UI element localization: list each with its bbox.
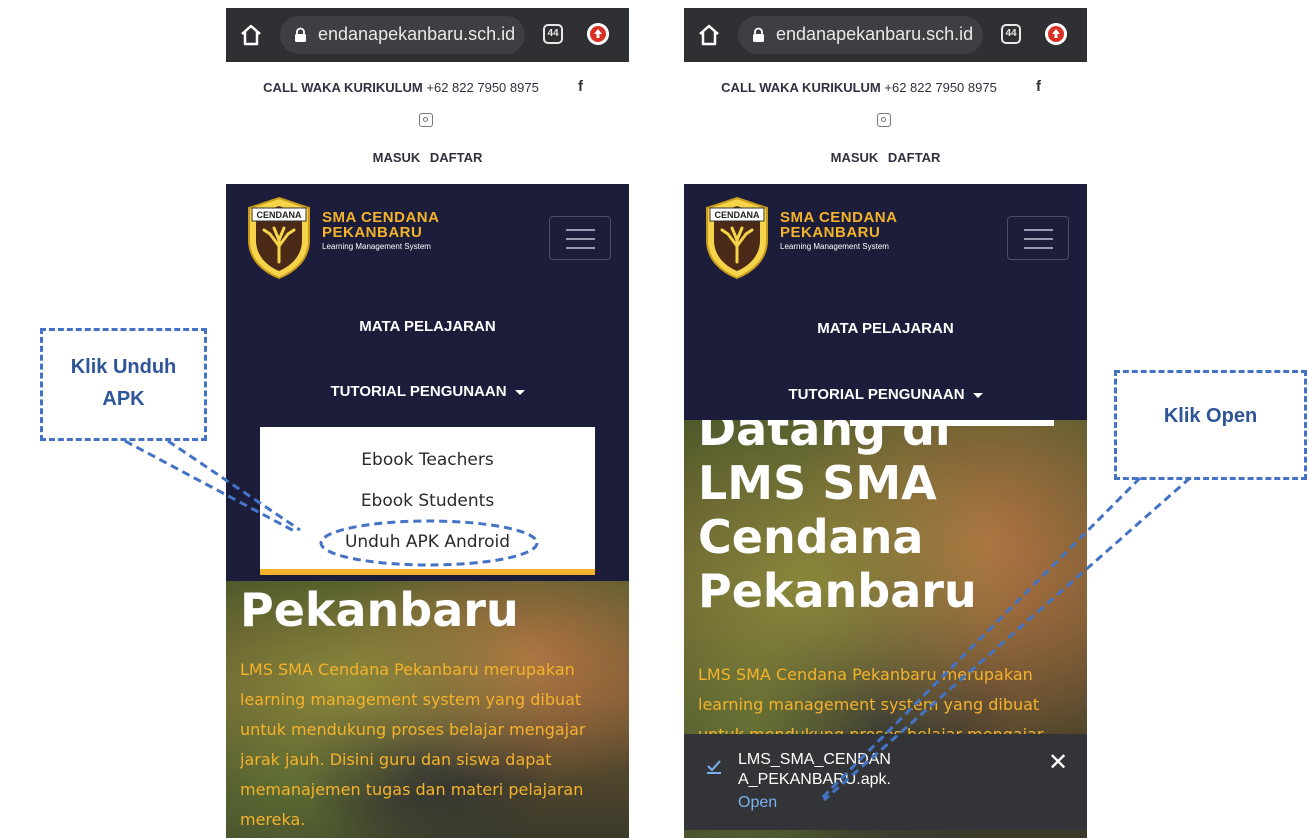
hamburger-line bbox=[1024, 238, 1053, 240]
call-label: CALL WAKA KURIKULUM bbox=[721, 80, 881, 95]
auth-links: MASUK DAFTAR bbox=[684, 150, 1087, 165]
home-icon[interactable] bbox=[238, 22, 264, 48]
lock-icon bbox=[753, 27, 764, 42]
call-number[interactable]: +62 822 7950 8975 bbox=[426, 80, 538, 95]
hero-line: mereka. bbox=[240, 810, 306, 829]
hamburger-line bbox=[1024, 229, 1053, 231]
nav-tutorial-label: TUTORIAL PENGUNAAN bbox=[788, 386, 965, 403]
tab-switcher-button[interactable]: 44 bbox=[543, 24, 563, 44]
hero-heading-line: Cendana bbox=[698, 510, 924, 564]
nav-subjects[interactable]: MATA PELAJARAN bbox=[226, 318, 629, 335]
hero-line: learning management system yang dibuat bbox=[698, 695, 1040, 714]
callout-download-apk: Klik Unduh APK bbox=[40, 328, 207, 441]
login-link[interactable]: MASUK bbox=[831, 150, 879, 165]
brand-line-1: SMA CENDANA bbox=[322, 209, 440, 226]
hamburger-line bbox=[1024, 247, 1053, 249]
hero-line: LMS SMA Cendana Pekanbaru merupakan bbox=[240, 660, 575, 679]
download-filename: LMS_SMA_CENDAN A_PEKANBARU.apk. bbox=[738, 750, 891, 790]
phone-screenshot-right: endanapekanbaru.sch.id 44 CALL WAKA KURI… bbox=[684, 8, 1087, 838]
brand-line-2: PEKANBARU bbox=[322, 224, 423, 241]
hamburger-line bbox=[566, 229, 595, 231]
tutorial-dropdown-menu: Ebook Teachers Ebook Students Unduh APK … bbox=[260, 427, 595, 575]
nav-tutorial[interactable]: TUTORIAL PENGUNAAN bbox=[684, 386, 1087, 403]
brand-subtitle: Learning Management System bbox=[780, 242, 889, 251]
menu-item-download-apk[interactable]: Unduh APK Android bbox=[260, 532, 595, 552]
brand-title: SMA CENDANA PEKANBARU bbox=[322, 210, 439, 240]
brand-line-1: SMA CENDANA bbox=[780, 209, 898, 226]
hero-line: learning management system yang dibuat bbox=[240, 690, 582, 709]
logo-badge-text: CENDANA bbox=[715, 210, 761, 220]
instagram-icon[interactable] bbox=[419, 113, 433, 127]
school-logo-icon[interactable]: CENDANA bbox=[704, 196, 770, 280]
update-icon[interactable] bbox=[587, 23, 609, 45]
hero-description: LMS SMA Cendana Pekanbaru merupakan lear… bbox=[240, 655, 620, 835]
hero-heading-line: Datang di bbox=[698, 420, 951, 456]
call-label: CALL WAKA KURIKULUM bbox=[263, 80, 423, 95]
callout-open: Klik Open bbox=[1114, 370, 1307, 480]
login-link[interactable]: MASUK bbox=[373, 150, 421, 165]
hamburger-line bbox=[566, 238, 595, 240]
browser-toolbar: endanapekanbaru.sch.id 44 bbox=[226, 8, 629, 62]
hamburger-menu-button[interactable] bbox=[549, 216, 611, 260]
hero-heading-line: LMS SMA bbox=[698, 456, 937, 510]
hero-heading: Datang di LMS SMA Cendana Pekanbaru bbox=[698, 420, 977, 618]
address-bar[interactable]: endanapekanbaru.sch.id bbox=[738, 16, 983, 54]
caret-down-icon bbox=[514, 389, 525, 395]
logo-badge-text: CENDANA bbox=[257, 210, 303, 220]
tab-switcher-button[interactable]: 44 bbox=[1001, 24, 1021, 44]
school-logo-icon[interactable]: CENDANA bbox=[246, 196, 312, 280]
hero-line: LMS SMA Cendana Pekanbaru merupakan bbox=[698, 665, 1033, 684]
menu-item-ebook-students[interactable]: Ebook Students bbox=[260, 491, 595, 511]
facebook-icon[interactable]: f bbox=[1036, 78, 1041, 95]
dropdown-accent-bar bbox=[260, 569, 595, 575]
filename-line: A_PEKANBARU.apk. bbox=[738, 771, 891, 788]
address-bar[interactable]: endanapekanbaru.sch.id bbox=[280, 16, 525, 54]
browser-toolbar: endanapekanbaru.sch.id 44 bbox=[684, 8, 1087, 62]
site-topbar: CALL WAKA KURIKULUM +62 822 7950 8975 f … bbox=[226, 62, 629, 184]
callout-line: Klik Unduh bbox=[70, 356, 177, 378]
home-icon[interactable] bbox=[696, 22, 722, 48]
url-text: endanapekanbaru.sch.id bbox=[318, 24, 516, 44]
hero-line: memanajemen tugas dan materi pelajaran bbox=[240, 780, 584, 799]
phone-screenshot-left: endanapekanbaru.sch.id 44 CALL WAKA KURI… bbox=[226, 8, 629, 838]
hamburger-menu-button[interactable] bbox=[1007, 216, 1069, 260]
download-complete-icon bbox=[707, 760, 721, 774]
facebook-icon[interactable]: f bbox=[578, 78, 583, 95]
lock-icon bbox=[295, 27, 306, 42]
site-topbar: CALL WAKA KURIKULUM +62 822 7950 8975 f … bbox=[684, 62, 1087, 184]
hero-heading: Pekanbaru bbox=[240, 583, 519, 637]
open-download-button[interactable]: Open bbox=[738, 794, 777, 812]
call-info: CALL WAKA KURIKULUM +62 822 7950 8975 bbox=[684, 80, 1034, 95]
close-icon[interactable]: ✕ bbox=[1048, 748, 1068, 776]
auth-links: MASUK DAFTAR bbox=[226, 150, 629, 165]
hero-line: jarak jauh. Disini guru dan siswa dapat bbox=[240, 750, 552, 769]
call-info: CALL WAKA KURIKULUM +62 822 7950 8975 bbox=[226, 80, 576, 95]
filename-line: LMS_SMA_CENDAN bbox=[738, 751, 891, 768]
call-number[interactable]: +62 822 7950 8975 bbox=[884, 80, 996, 95]
hamburger-line bbox=[566, 247, 595, 249]
nav-tutorial[interactable]: TUTORIAL PENGUNAAN bbox=[226, 383, 629, 400]
brand-title: SMA CENDANA PEKANBARU bbox=[780, 210, 897, 240]
hero-banner: Pekanbaru LMS SMA Cendana Pekanbaru meru… bbox=[226, 581, 629, 838]
brand-line-2: PEKANBARU bbox=[780, 224, 881, 241]
callout-line: APK bbox=[102, 388, 145, 410]
url-text: endanapekanbaru.sch.id bbox=[776, 24, 974, 44]
nav-tutorial-label: TUTORIAL PENGUNAAN bbox=[330, 383, 507, 400]
hero-heading-line: Pekanbaru bbox=[698, 564, 977, 618]
brand-subtitle: Learning Management System bbox=[322, 242, 431, 251]
nav-subjects[interactable]: MATA PELAJARAN bbox=[684, 320, 1087, 337]
instagram-icon[interactable] bbox=[877, 113, 891, 127]
update-icon[interactable] bbox=[1045, 23, 1067, 45]
menu-item-ebook-teachers[interactable]: Ebook Teachers bbox=[260, 450, 595, 470]
register-link[interactable]: DAFTAR bbox=[888, 150, 940, 165]
register-link[interactable]: DAFTAR bbox=[430, 150, 482, 165]
hero-line: untuk mendukung proses belajar mengajar bbox=[240, 720, 586, 739]
download-notification: LMS_SMA_CENDAN A_PEKANBARU.apk. Open ✕ bbox=[684, 734, 1087, 830]
caret-down-icon bbox=[972, 392, 983, 398]
